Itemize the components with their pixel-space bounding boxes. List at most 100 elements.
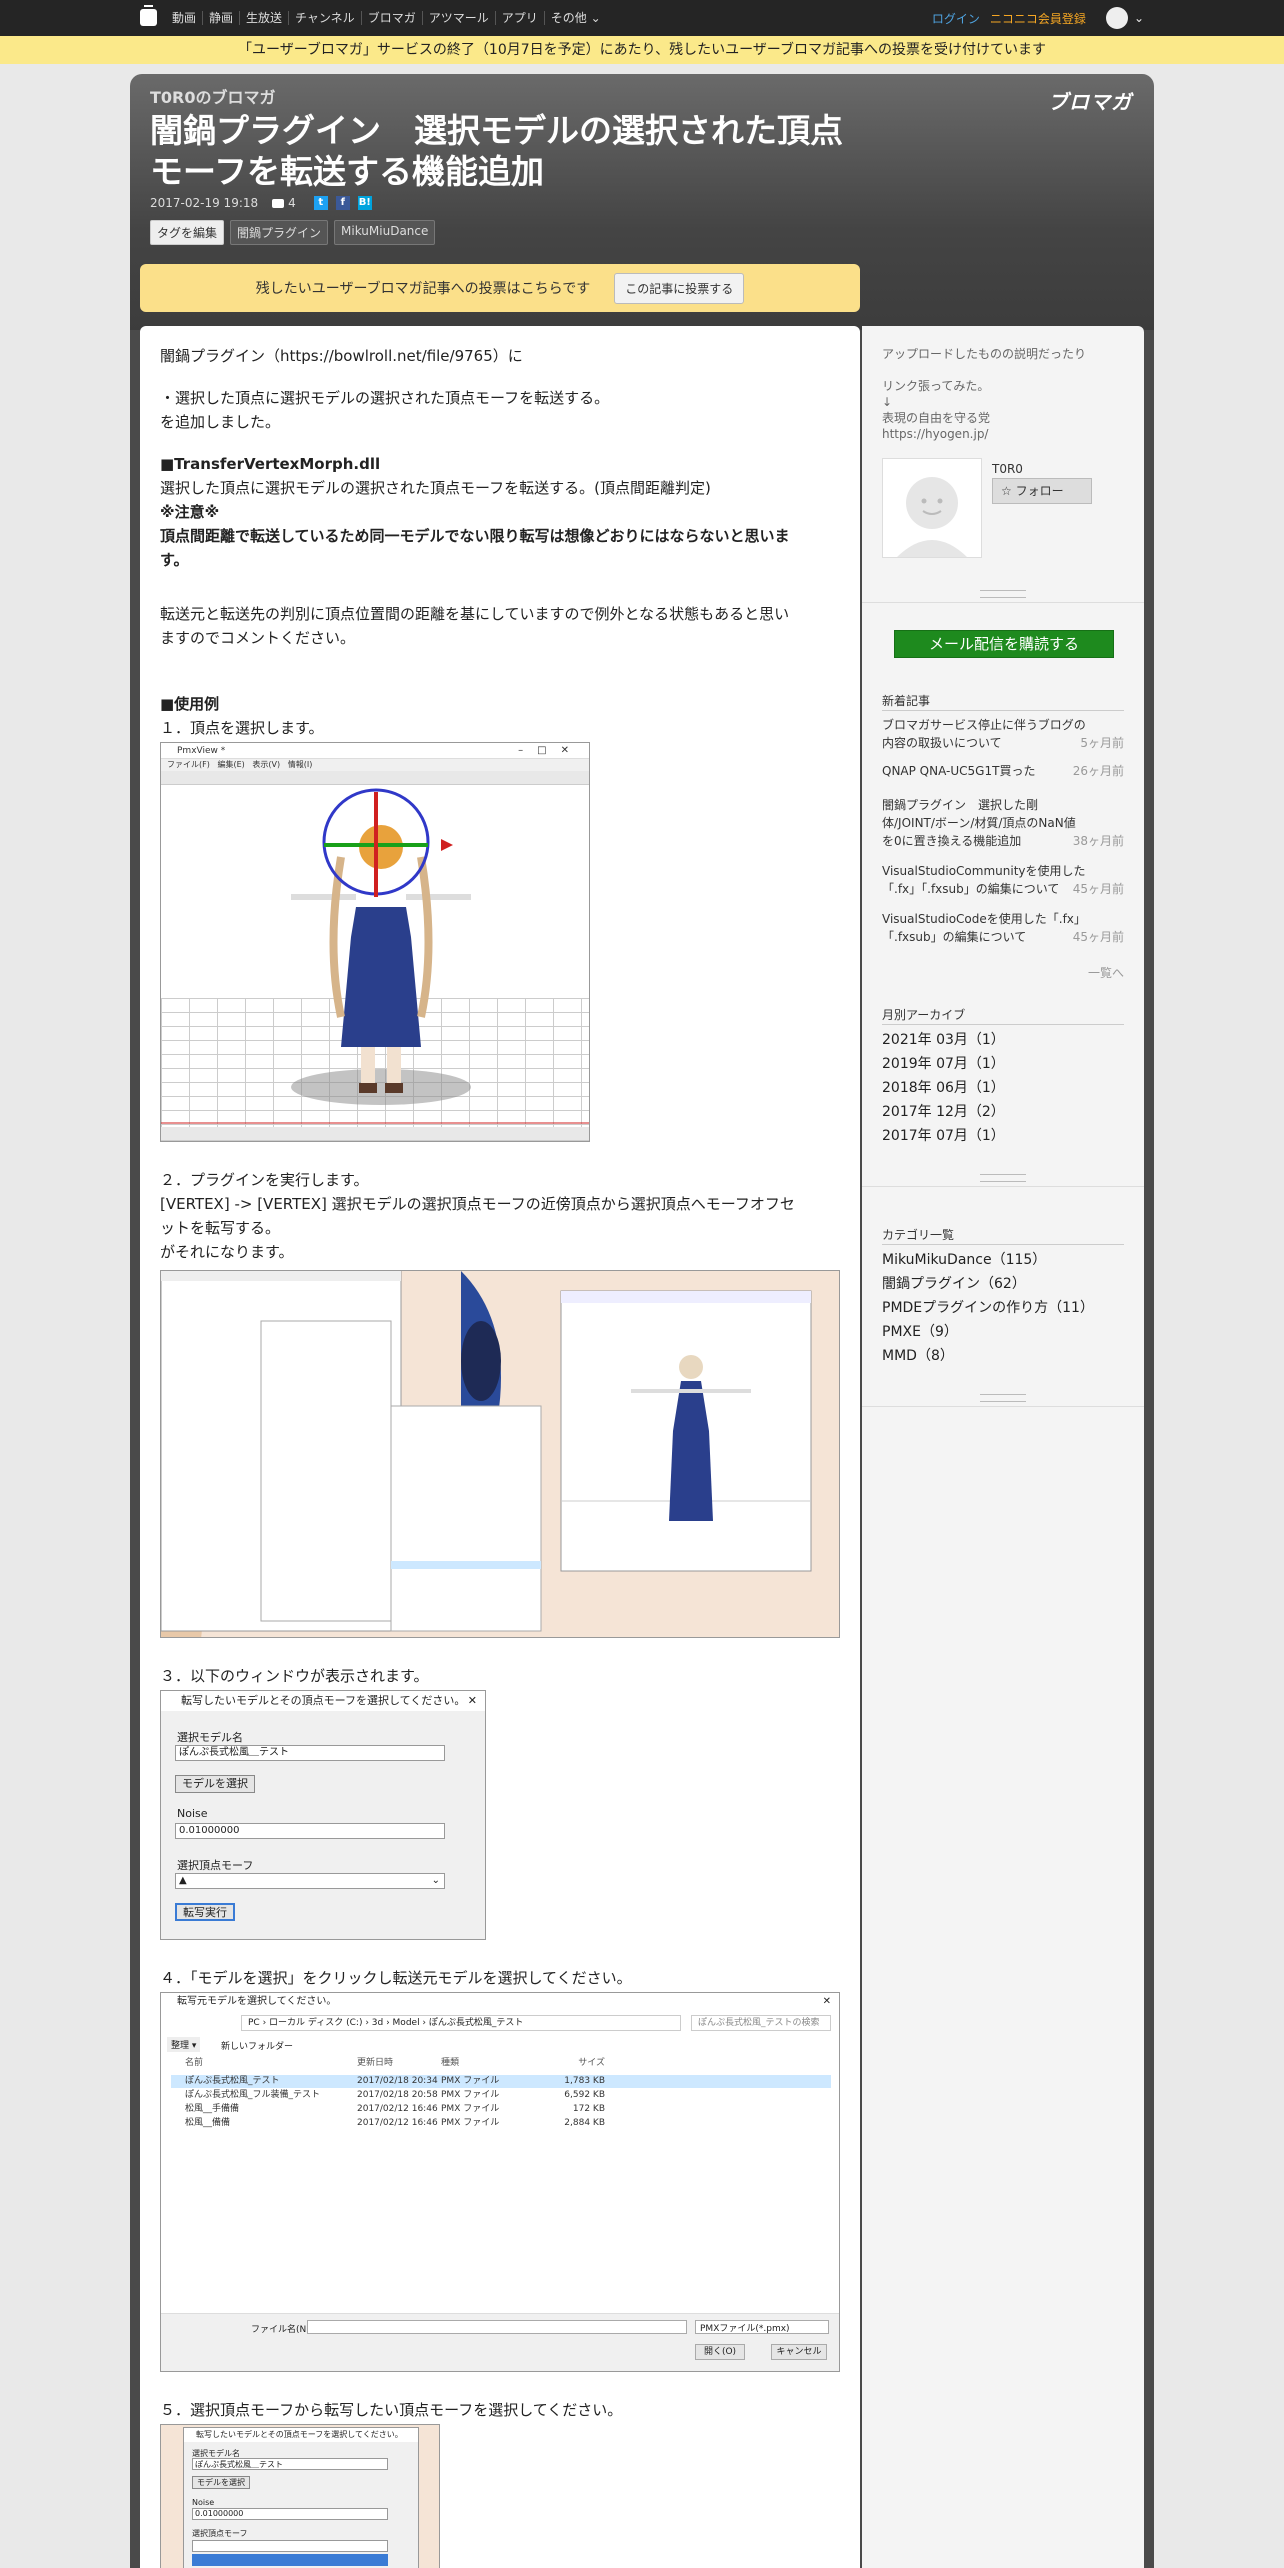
- article-header: T0R0のブロマガ ブロマガ 闇鍋プラグイン 選択モデルの選択された頂点モーフを…: [130, 74, 1154, 334]
- file-date: 2017/02/18 20:34: [357, 2076, 438, 2086]
- dll-heading: ■TransferVertexMorph.dll: [160, 455, 381, 473]
- new-article-title: ブロマガサービス停止に伴うブログの内容の取扱いについて: [882, 718, 1086, 750]
- twitter-share-icon[interactable]: t: [313, 196, 328, 210]
- new-article-item[interactable]: ブロマガサービス停止に伴うブログの内容の取扱いについて 5ヶ月前: [882, 716, 1124, 752]
- avatar[interactable]: [1105, 7, 1128, 29]
- service-end-notice[interactable]: 「ユーザーブロマガ」サービスの終了（10月7日を予定）にあたり、残したいユーザー…: [0, 36, 1284, 64]
- caution-text: 頂点間距離で転送しているため同一モデルでない限り転写は想像どおりにはならないと思…: [160, 527, 790, 545]
- morph-label: 選択頂点モーフ: [177, 1859, 254, 1872]
- archive-item[interactable]: 2021年 03月（1）: [882, 1028, 1005, 1052]
- nav-link-more[interactable]: その他 ⌄: [543, 11, 607, 25]
- user-name[interactable]: T0R0: [992, 462, 1023, 476]
- step-text: １．頂点を選択します。: [160, 719, 324, 737]
- login-link[interactable]: ログイン: [932, 10, 980, 27]
- blomaga-logo[interactable]: ブロマガ: [1048, 86, 1132, 115]
- execute-transfer-button: 転写実行: [175, 1903, 235, 1921]
- pmxview-screenshot: PmxView * –□✕ ファイル(F) 編集(E) 表示(V) 情報(I): [160, 742, 590, 1142]
- category-item[interactable]: PMDEプラグインの作り方（11）: [882, 1296, 1094, 1320]
- nav-link-atsumaru[interactable]: アツマール: [421, 11, 495, 25]
- mini-morph-select: [192, 2540, 388, 2552]
- tag-item[interactable]: MikuMiuDance: [334, 220, 436, 245]
- file-type: PMX ファイル: [441, 2090, 500, 2100]
- divider: [882, 710, 1124, 711]
- nav-link-live[interactable]: 生放送: [239, 11, 288, 25]
- global-nav: 動画 静画 生放送 チャンネル ブロマガ アツマール アプリ その他 ⌄ ログイ…: [0, 0, 1284, 36]
- nav-link-seiga[interactable]: 静画: [202, 11, 239, 25]
- tag-item[interactable]: 闇鍋プラグイン: [230, 220, 329, 245]
- intro-text: 闇鍋プラグイン（https://bowlroll.net/file/9765）に: [160, 347, 523, 365]
- file-row: ぽんぷ長式松風_テスト 2017/02/18 20:34 PMX ファイル 1,…: [171, 2075, 831, 2088]
- file-row: 松風__手備備 2017/02/12 16:46 PMX ファイル 172 KB: [171, 2103, 831, 2116]
- register-link[interactable]: ニコニコ会員登録: [990, 10, 1086, 27]
- divider: [882, 1024, 1124, 1025]
- usage-heading: ■使用例: [160, 695, 220, 713]
- file-name: 松風__手備備: [185, 2104, 240, 2114]
- new-folder-button: 新しいフォルダー: [221, 2042, 294, 2052]
- plugin-menu-screenshot: [160, 1270, 840, 1638]
- new-article-item[interactable]: VisualStudioCodeを使用した「.fx」「.fxsub」の編集につい…: [882, 910, 1124, 946]
- subscribe-button[interactable]: メール配信を購読する: [894, 630, 1114, 658]
- body-text: 転送元と転送先の判別に頂点位置間の距離を基にしていますので例外となる状態もあると…: [160, 605, 790, 623]
- nav-link-app[interactable]: アプリ: [494, 11, 544, 25]
- nav-link-channel[interactable]: チャンネル: [288, 11, 361, 25]
- page-title: 闇鍋プラグイン 選択モデルの選択された頂点モーフを転送する機能追加: [150, 111, 843, 191]
- section-divider: [862, 588, 1144, 603]
- file-name: 松風__備備: [185, 2118, 231, 2128]
- dll-description: 選択した頂点に選択モデルの選択された頂点モーフを転送する。(頂点間距離判定): [160, 479, 711, 497]
- file-name: ぽんぷ長式松風_フル装備_テスト: [185, 2090, 321, 2100]
- new-article-item[interactable]: 闇鍋プラグイン 選択した剛体/JOINT/ボーン/材質/頂点のNaN値を0に置き…: [882, 796, 1124, 850]
- comment-icon: [272, 198, 285, 208]
- account-area: ログイン ニコニコ会員登録 ⌄: [932, 0, 1144, 36]
- new-article-age: 45ヶ月前: [1072, 930, 1124, 944]
- nav-link-blomaga[interactable]: ブロマガ: [360, 11, 422, 25]
- new-article-item[interactable]: QNAP QNA-UC5G1T買った 26ヶ月前: [882, 762, 1124, 780]
- mini-model-field: ぽんぷ長式松風＿テスト: [192, 2458, 388, 2470]
- chevron-down-icon[interactable]: ⌄: [1134, 11, 1144, 25]
- archive-item[interactable]: 2019年 07月（1）: [882, 1052, 1005, 1076]
- category-item[interactable]: MMD（8）: [882, 1344, 1094, 1368]
- file-dialog-footer: ファイル名(N): PMXファイル(*.pmx) 開く(O) キャンセル: [161, 2313, 839, 2371]
- organize-button: 整理 ▾: [167, 2037, 201, 2052]
- step-desc: がそれになります。: [160, 1243, 294, 1261]
- sidebar: アップロードしたものの説明だったり リンク張ってみた。 ↓ 表現の自由を守る党 …: [862, 326, 1144, 2568]
- blog-name[interactable]: T0R0のブロマガ: [150, 84, 276, 108]
- model-label: 選択モデル名: [177, 1731, 243, 1744]
- file-row: 松風__備備 2017/02/12 16:46 PMX ファイル 2,884 K…: [171, 2117, 831, 2130]
- morph-select: ▲ ⌄: [175, 1873, 445, 1889]
- menu-item: 編集(E): [217, 760, 245, 769]
- nav-link-video[interactable]: 動画: [166, 11, 202, 25]
- vote-banner: 残したいユーザーブロマガ記事への投票はこちらです この記事に投票する: [140, 264, 860, 312]
- niconico-logo-icon[interactable]: [140, 5, 157, 26]
- address-bar: PC › ローカル ディスク (C:) › 3d › Model › ぽんぷ長式…: [241, 2015, 681, 2031]
- archive-item[interactable]: 2017年 07月（1）: [882, 1124, 1005, 1148]
- vote-button[interactable]: この記事に投票する: [614, 272, 745, 304]
- category-item[interactable]: PMXE（9）: [882, 1320, 1094, 1344]
- category-item[interactable]: MikuMikuDance（115）: [882, 1248, 1094, 1272]
- divider: [882, 1244, 1124, 1245]
- archive-item[interactable]: 2018年 06月（1）: [882, 1076, 1005, 1100]
- follow-button[interactable]: ☆ フォロー: [992, 478, 1092, 504]
- avatar[interactable]: [882, 458, 982, 558]
- new-article-item[interactable]: VisualStudioCommunityを使用した「.fx」「.fxsub」の…: [882, 862, 1124, 898]
- hatena-bookmark-icon[interactable]: B!: [357, 196, 372, 210]
- tag-list: タグを編集 闇鍋プラグイン MikuMiuDance: [150, 220, 436, 245]
- menu-item: 情報(I): [287, 760, 313, 769]
- model-figure: [161, 788, 589, 1124]
- facebook-share-icon[interactable]: f: [335, 196, 350, 210]
- category-item[interactable]: 闇鍋プラグイン（62）: [882, 1272, 1094, 1296]
- noise-label: Noise: [177, 1807, 208, 1820]
- new-article-title: VisualStudioCodeを使用した「.fx」「.fxsub」の編集につい…: [882, 912, 1086, 944]
- profile-description: リンク張ってみた。: [882, 379, 990, 393]
- column-header: サイズ: [578, 2058, 605, 2068]
- select-model-button: モデルを選択: [175, 1775, 255, 1793]
- file-dialog-screenshot: 転写元モデルを選択してください。 ✕ PC › ローカル ディスク (C:) ›…: [160, 1992, 840, 2372]
- step-desc: [VERTEX] -> [VERTEX] 選択モデルの選択頂点モーフの近傍頂点か…: [160, 1195, 795, 1213]
- category-list: MikuMikuDance（115） 闇鍋プラグイン（62） PMDEプラグイン…: [882, 1248, 1094, 1368]
- edit-tags-button[interactable]: タグを編集: [150, 220, 225, 245]
- file-type: PMX ファイル: [441, 2118, 500, 2128]
- archive-item[interactable]: 2017年 12月（2）: [882, 1100, 1005, 1124]
- profile-link[interactable]: https://hyogen.jp/: [882, 426, 988, 442]
- more-articles-link[interactable]: 一覧へ: [1088, 964, 1124, 981]
- comment-count[interactable]: 4: [288, 196, 296, 210]
- menu-item: 表示(V): [252, 760, 281, 769]
